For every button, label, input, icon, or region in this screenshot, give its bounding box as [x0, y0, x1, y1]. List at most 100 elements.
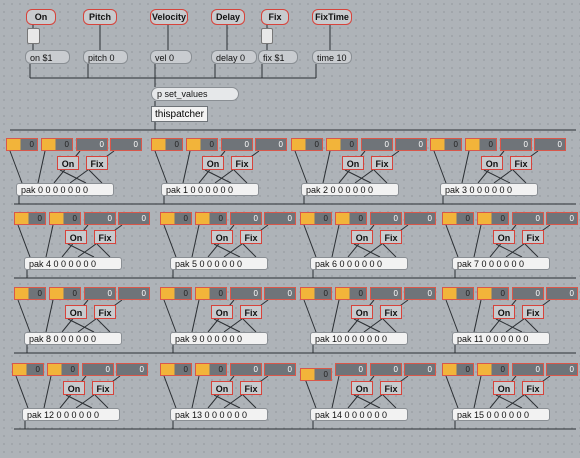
velocity-message[interactable]: vel 0 [150, 50, 192, 64]
pak-message[interactable]: pak 2 0 0 0 0 0 0 [301, 183, 399, 196]
number-box[interactable]: 0 [300, 368, 332, 381]
number-box[interactable]: 0 [110, 138, 142, 151]
channel-on-button[interactable]: On [65, 230, 87, 244]
channel-fix-button[interactable]: Fix [86, 156, 108, 170]
channel-on-button[interactable]: On [211, 230, 233, 244]
number-box[interactable]: 0 [195, 287, 227, 300]
channel-fix-button[interactable]: Fix [94, 230, 116, 244]
channel-fix-button[interactable]: Fix [231, 156, 253, 170]
number-box[interactable]: 0 [230, 363, 262, 376]
number-box[interactable]: 0 [335, 287, 367, 300]
fix-toggle[interactable] [261, 28, 273, 44]
number-box[interactable]: 0 [116, 363, 148, 376]
number-box[interactable]: 0 [465, 138, 497, 151]
number-box[interactable]: 0 [151, 138, 183, 151]
channel-on-button[interactable]: On [493, 230, 515, 244]
fix-button[interactable]: Fix [261, 9, 289, 25]
channel-on-button[interactable]: On [351, 230, 373, 244]
pitch-message[interactable]: pitch 0 [83, 50, 128, 64]
number-box[interactable]: 0 [47, 363, 79, 376]
number-box[interactable]: 0 [534, 138, 566, 151]
number-box[interactable]: 0 [76, 138, 108, 151]
channel-on-button[interactable]: On [481, 156, 503, 170]
number-box[interactable]: 0 [160, 363, 192, 376]
number-box[interactable]: 0 [477, 287, 509, 300]
number-box[interactable]: 0 [264, 287, 296, 300]
number-box[interactable]: 0 [255, 138, 287, 151]
number-box[interactable]: 0 [291, 138, 323, 151]
pak-message[interactable]: pak 15 0 0 0 0 0 0 [452, 408, 550, 421]
channel-fix-button[interactable]: Fix [510, 156, 532, 170]
number-box[interactable]: 0 [430, 138, 462, 151]
channel-on-button[interactable]: On [493, 305, 515, 319]
channel-fix-button[interactable]: Fix [380, 230, 402, 244]
pak-message[interactable]: pak 6 0 0 0 0 0 0 [310, 257, 408, 270]
channel-on-button[interactable]: On [63, 381, 85, 395]
delay-button[interactable]: Delay [211, 9, 245, 25]
pak-message[interactable]: pak 8 0 0 0 0 0 0 [24, 332, 122, 345]
channel-on-button[interactable]: On [351, 381, 373, 395]
number-box[interactable]: 0 [395, 138, 427, 151]
number-box[interactable]: 0 [195, 363, 227, 376]
number-box[interactable]: 0 [49, 212, 81, 225]
number-box[interactable]: 0 [370, 212, 402, 225]
pak-message[interactable]: pak 10 0 0 0 0 0 0 [310, 332, 408, 345]
delay-message[interactable]: delay 0 [211, 50, 257, 64]
pak-message[interactable]: pak 9 0 0 0 0 0 0 [170, 332, 268, 345]
channel-fix-button[interactable]: Fix [380, 381, 402, 395]
pak-message[interactable]: pak 12 0 0 0 0 0 0 [22, 408, 120, 421]
number-box[interactable]: 0 [370, 287, 402, 300]
on-button[interactable]: On [26, 9, 56, 25]
set-values-subpatch[interactable]: p set_values [151, 87, 239, 101]
channel-fix-button[interactable]: Fix [240, 230, 262, 244]
number-box[interactable]: 0 [442, 287, 474, 300]
pak-message[interactable]: pak 4 0 0 0 0 0 0 [24, 257, 122, 270]
channel-on-button[interactable]: On [342, 156, 364, 170]
fixtime-button[interactable]: FixTime [312, 9, 352, 25]
number-box[interactable]: 0 [12, 363, 44, 376]
pak-message[interactable]: pak 1 0 0 0 0 0 0 [161, 183, 259, 196]
pak-message[interactable]: pak 0 0 0 0 0 0 0 [16, 183, 114, 196]
fix-message[interactable]: fix $1 [258, 50, 298, 64]
number-box[interactable]: 0 [404, 287, 436, 300]
number-box[interactable]: 0 [14, 212, 46, 225]
pitch-button[interactable]: Pitch [83, 9, 117, 25]
time-message[interactable]: time 10 [312, 50, 352, 64]
pak-message[interactable]: pak 13 0 0 0 0 0 0 [170, 408, 268, 421]
number-box[interactable]: 0 [442, 363, 474, 376]
number-box[interactable]: 0 [230, 287, 262, 300]
pak-message[interactable]: pak 11 0 0 0 0 0 0 [452, 332, 550, 345]
number-box[interactable]: 0 [264, 212, 296, 225]
number-box[interactable]: 0 [118, 287, 150, 300]
number-box[interactable]: 0 [512, 287, 544, 300]
channel-fix-button[interactable]: Fix [522, 230, 544, 244]
channel-fix-button[interactable]: Fix [240, 381, 262, 395]
channel-on-button[interactable]: On [65, 305, 87, 319]
pak-message[interactable]: pak 14 0 0 0 0 0 0 [310, 408, 408, 421]
number-box[interactable]: 0 [442, 212, 474, 225]
channel-on-button[interactable]: On [351, 305, 373, 319]
number-box[interactable]: 0 [477, 363, 509, 376]
number-box[interactable]: 0 [221, 138, 253, 151]
pak-message[interactable]: pak 7 0 0 0 0 0 0 [452, 257, 550, 270]
number-box[interactable]: 0 [512, 212, 544, 225]
number-box[interactable]: 0 [326, 138, 358, 151]
number-box[interactable]: 0 [186, 138, 218, 151]
on-toggle[interactable] [27, 28, 40, 44]
number-box[interactable]: 0 [546, 363, 578, 376]
velocity-button[interactable]: Velocity [150, 9, 188, 25]
pak-message[interactable]: pak 3 0 0 0 0 0 0 [440, 183, 538, 196]
channel-fix-button[interactable]: Fix [371, 156, 393, 170]
number-box[interactable]: 0 [361, 138, 393, 151]
channel-fix-button[interactable]: Fix [92, 381, 114, 395]
number-box[interactable]: 0 [82, 363, 114, 376]
number-box[interactable]: 0 [477, 212, 509, 225]
channel-on-button[interactable]: On [202, 156, 224, 170]
number-box[interactable]: 0 [546, 287, 578, 300]
number-box[interactable]: 0 [14, 287, 46, 300]
channel-on-button[interactable]: On [493, 381, 515, 395]
number-box[interactable]: 0 [335, 363, 367, 376]
channel-fix-button[interactable]: Fix [240, 305, 262, 319]
number-box[interactable]: 0 [118, 212, 150, 225]
patcher-canvas[interactable]: On Pitch Velocity Delay Fix FixTime on $… [0, 0, 580, 458]
